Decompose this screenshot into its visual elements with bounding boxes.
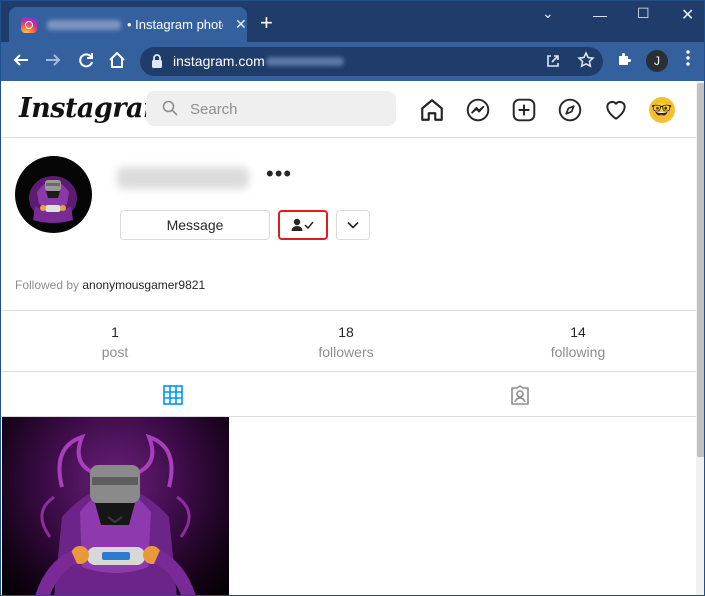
followers-count[interactable]: 18 followers [286,324,406,360]
following-button[interactable] [278,210,328,240]
share-icon[interactable] [545,53,561,72]
explore-compass-icon[interactable] [557,97,583,123]
bookmark-star-icon[interactable] [577,51,595,74]
lock-icon [152,54,162,68]
tagged-photos-icon[interactable] [509,384,531,406]
back-arrow-icon[interactable] [12,51,30,72]
instagram-favicon-icon [21,16,37,33]
new-tab-button[interactable]: + [260,12,273,34]
followers-number: 18 [338,324,354,340]
posts-grid-icon[interactable] [163,385,183,405]
browser-toolbar: instagram.com J [1,42,704,81]
activity-heart-icon[interactable] [603,97,629,123]
maximize-button[interactable]: ☐ [637,5,650,22]
instagram-header: Instagram Search 🤓 [1,81,696,138]
browser-profile-avatar[interactable]: J [646,50,668,72]
url-path-redacted [266,57,344,66]
following-number: 14 [570,324,586,340]
page-scrollbar[interactable] [696,81,704,595]
browser-menu-icon[interactable] [685,49,691,67]
following-label: following [550,344,606,360]
profile-picture[interactable] [15,156,92,233]
message-button[interactable]: Message [120,210,270,240]
minimize-button[interactable]: — [593,7,607,23]
posts-number: 1 [111,324,119,340]
username-redacted [117,167,249,189]
home-icon[interactable] [108,51,126,72]
tab-title: • Instagram photos [127,17,223,32]
address-bar[interactable]: instagram.com [140,47,603,76]
posts-count: 1 post [55,324,175,360]
extensions-puzzle-icon[interactable] [616,51,633,73]
followers-label: followers [318,344,374,360]
search-icon [162,100,178,116]
suggested-accounts-button[interactable] [336,210,370,240]
url-text: instagram.com [173,53,265,69]
messenger-icon[interactable] [465,97,491,123]
search-placeholder: Search [190,101,238,118]
more-options-icon[interactable]: ••• [266,161,292,187]
browser-tab[interactable]: • Instagram photos ✕ [9,7,247,42]
forward-arrow-icon[interactable] [44,51,62,72]
person-check-icon [291,218,314,231]
reload-icon[interactable] [77,51,95,72]
chevron-down-icon [347,221,359,229]
new-post-icon[interactable] [511,97,537,123]
search-input[interactable]: Search [146,91,396,126]
tab-strip: • Instagram photos ✕ + ⌄ — ☐ ✕ [1,1,704,42]
tab-title-redacted [47,19,121,30]
tab-close-icon[interactable]: ✕ [235,16,247,33]
tab-search-icon[interactable]: ⌄ [542,5,554,22]
browser-window: • Instagram photos ✕ + ⌄ — ☐ ✕ instagram… [0,0,705,596]
followed-by-user[interactable]: anonymousgamer9821 [82,278,205,292]
gamer-avatar-image [29,176,77,223]
close-window-button[interactable]: ✕ [681,5,694,25]
profile-stats: 1 post 18 followers 14 following [1,310,696,372]
posts-label: post [101,344,129,360]
gamer-post-image [35,433,196,595]
home-nav-icon[interactable] [419,97,445,123]
followed-by-prefix: Followed by [15,278,80,292]
followed-by-text[interactable]: Followed by anonymousgamer9821 [15,278,205,292]
user-avatar[interactable]: 🤓 [649,97,675,123]
scrollbar-thumb[interactable] [697,83,704,457]
following-count[interactable]: 14 following [518,324,638,360]
profile-tabs [1,372,696,417]
post-thumbnail[interactable] [2,417,229,595]
